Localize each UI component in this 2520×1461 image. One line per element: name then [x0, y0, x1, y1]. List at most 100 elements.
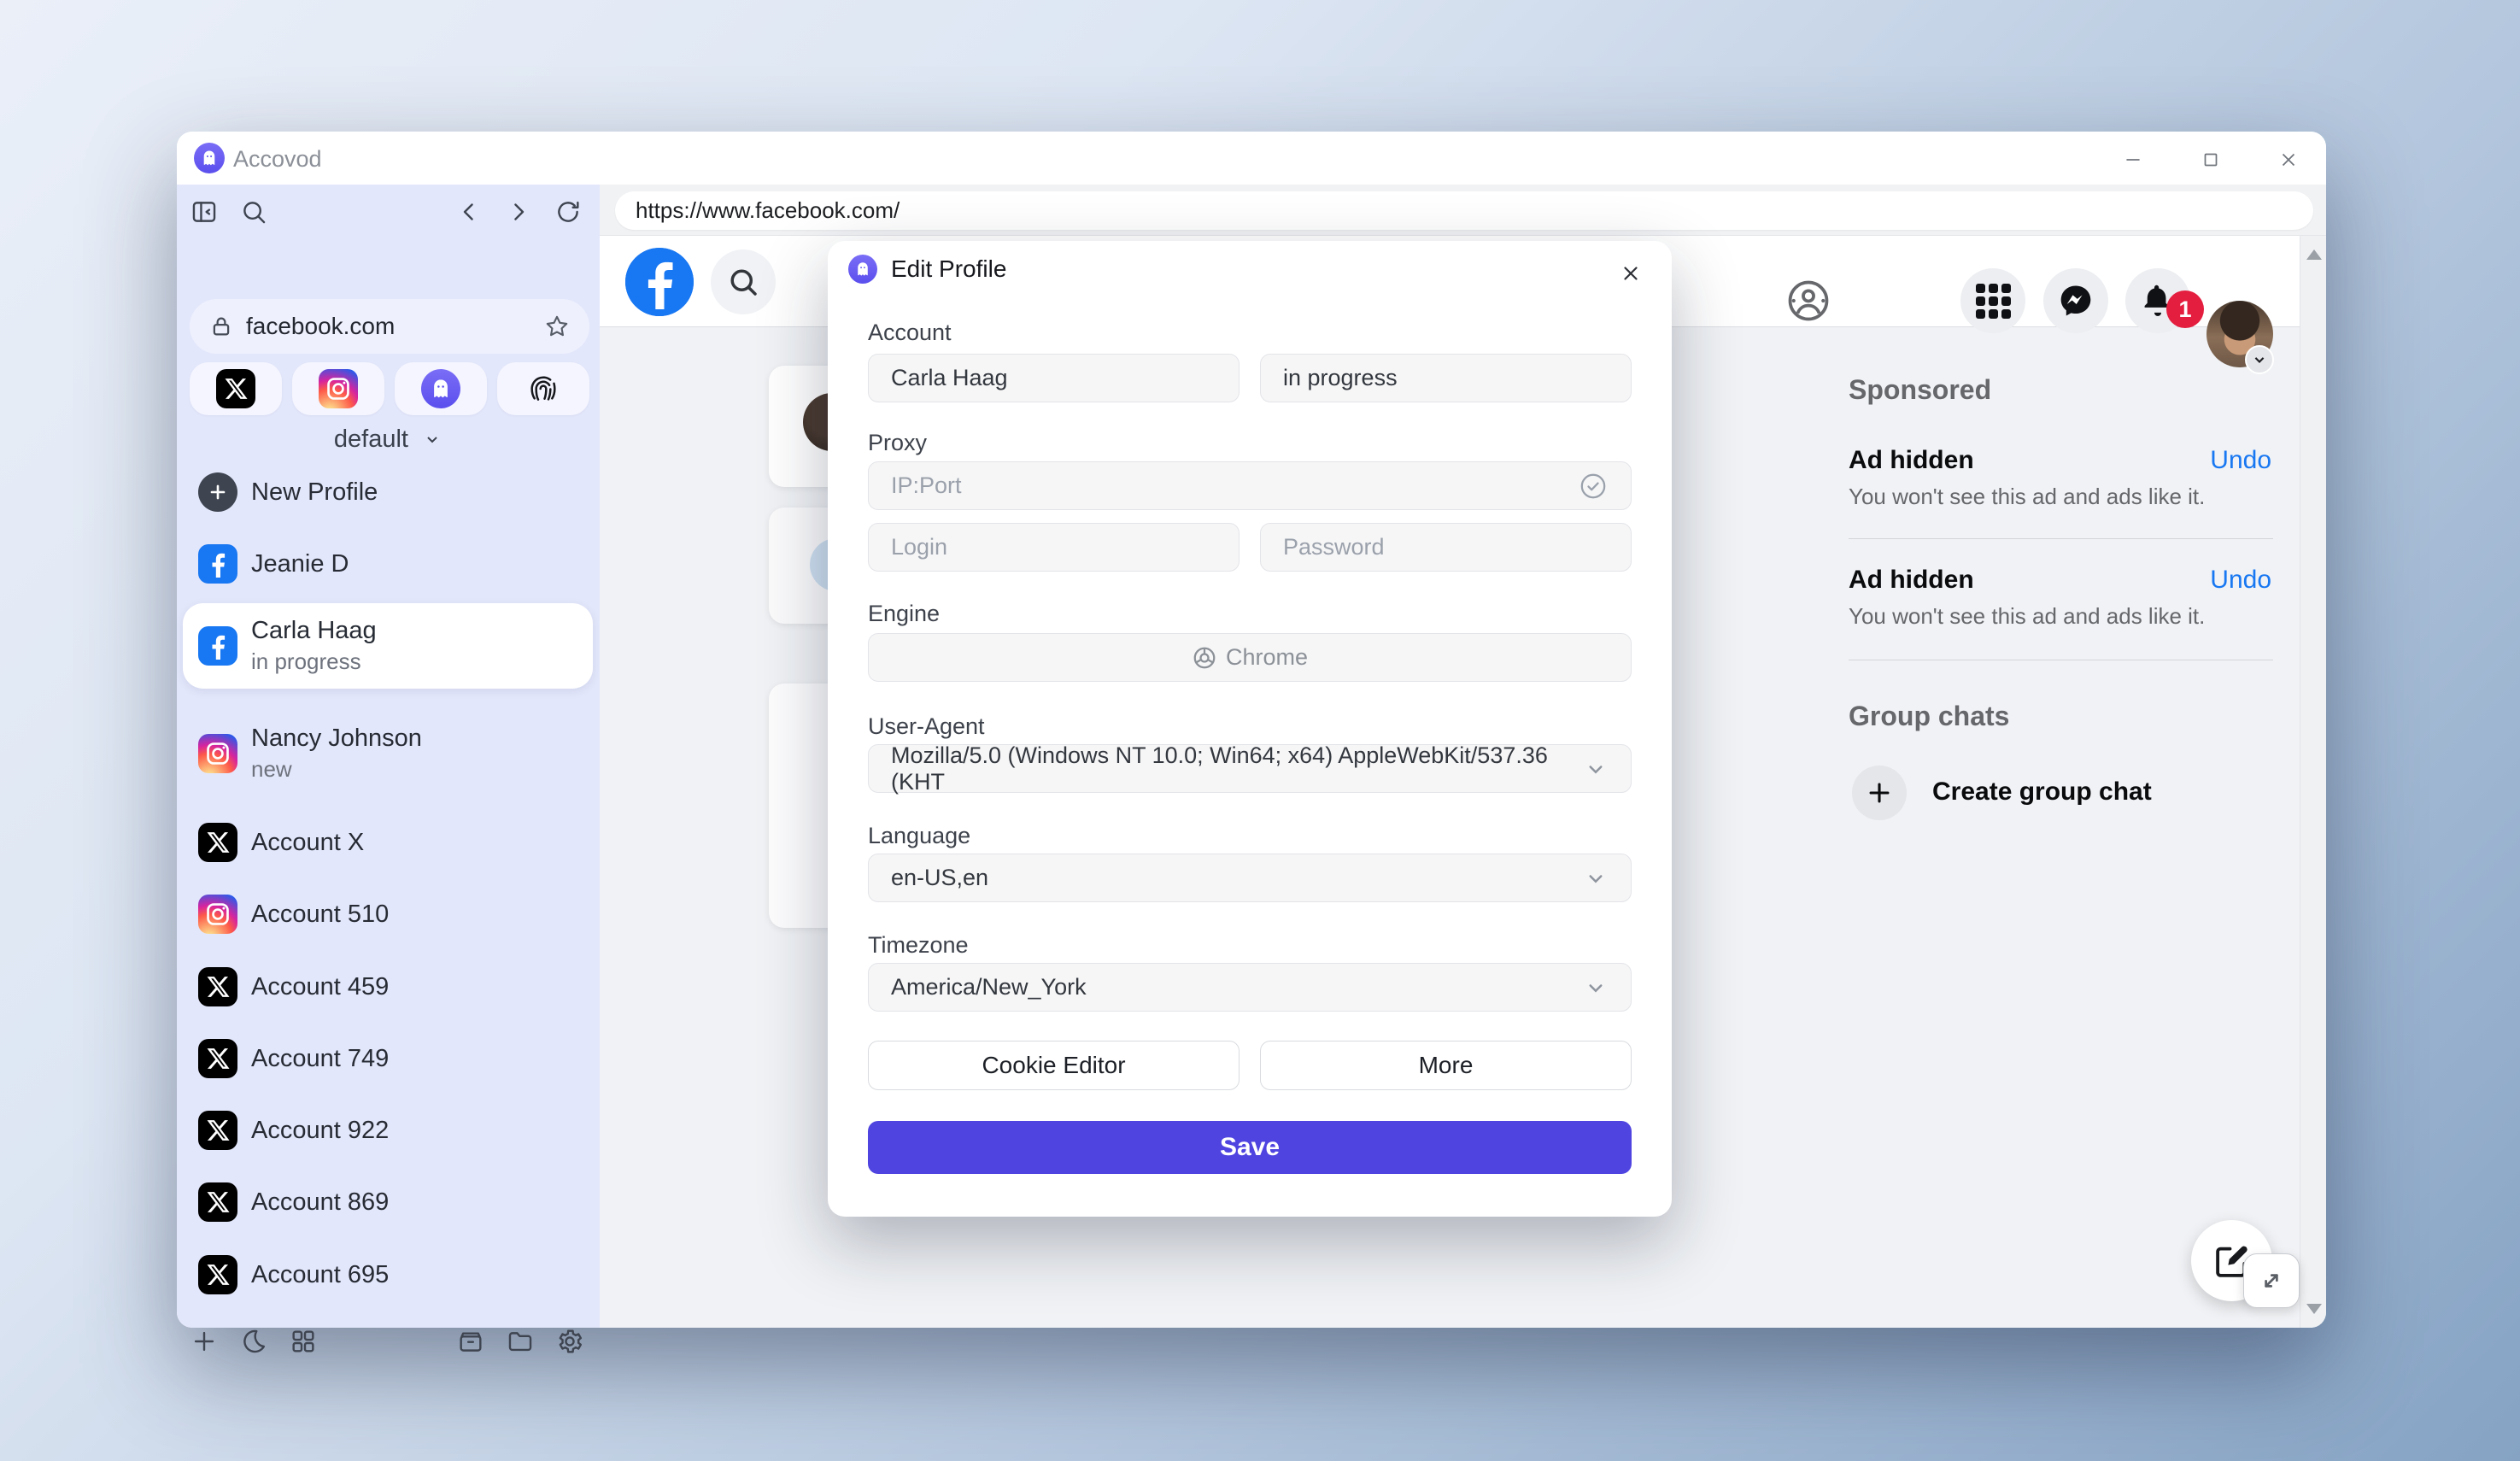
ad-hidden-description: You won't see this ad and ads like it.	[1849, 603, 2205, 630]
chrome-icon	[1192, 645, 1217, 671]
plus-icon	[1865, 778, 1894, 807]
scroll-down-icon[interactable]	[2306, 1304, 2322, 1314]
chevron-down-icon	[1583, 975, 1609, 1000]
x-icon	[198, 1182, 237, 1222]
messenger-button[interactable]	[2043, 268, 2108, 333]
profile-item[interactable]: Account 869	[183, 1171, 593, 1233]
profile-name: Account 459	[251, 973, 389, 1001]
modal-close-button[interactable]	[1614, 256, 1648, 290]
proxy-login-input[interactable]: Login	[868, 523, 1239, 572]
sponsored-heading: Sponsored	[1849, 374, 1991, 406]
x-icon	[198, 1111, 237, 1150]
profile-name: Carla Haag	[251, 617, 377, 645]
account-label: Account	[868, 320, 952, 346]
more-button[interactable]: More	[1260, 1041, 1632, 1090]
cookie-editor-button[interactable]: Cookie Editor	[868, 1041, 1239, 1090]
scroll-up-icon[interactable]	[2306, 249, 2322, 260]
grid-view-icon[interactable]	[283, 1321, 324, 1362]
profile-item[interactable]: Account X	[183, 812, 593, 873]
sidebar: facebook.com default New Profile	[177, 185, 600, 1328]
create-group-chat-label[interactable]: Create group chat	[1932, 777, 2152, 807]
ad-hidden-description: You won't see this ad and ads like it.	[1849, 484, 2205, 510]
facebook-search-button[interactable]	[711, 249, 776, 314]
account-name-input[interactable]: Carla Haag	[868, 354, 1239, 402]
profile-name: Account 695	[251, 1261, 389, 1289]
site-url-chip[interactable]: facebook.com	[190, 299, 589, 354]
edit-profile-modal: Edit Profile Account Carla Haag in progr…	[828, 241, 1672, 1217]
tab-instagram[interactable]	[292, 362, 384, 415]
address-bar[interactable]: https://www.facebook.com/	[615, 191, 2313, 230]
site-url: facebook.com	[246, 313, 543, 340]
undo-link[interactable]: Undo	[2210, 566, 2271, 595]
facebook-logo[interactable]	[625, 248, 694, 316]
back-icon[interactable]	[448, 191, 489, 232]
new-profile-button[interactable]: New Profile	[183, 461, 593, 523]
apps-grid-icon	[1976, 284, 2011, 319]
language-select[interactable]: en-US,en	[868, 854, 1632, 902]
search-icon[interactable]	[233, 191, 274, 232]
tab-app-home[interactable]	[395, 362, 487, 415]
save-button[interactable]: Save	[868, 1121, 1632, 1174]
engine-selector[interactable]: Chrome	[868, 633, 1632, 682]
close-button[interactable]	[2265, 145, 2312, 174]
chevron-down-icon	[422, 425, 442, 454]
facebook-icon	[198, 626, 237, 666]
profile-item[interactable]: Account 922	[183, 1100, 593, 1161]
add-icon[interactable]	[184, 1321, 225, 1362]
profile-item-selected[interactable]: Carla Haag in progress	[183, 603, 593, 689]
minimize-button[interactable]	[2109, 145, 2157, 174]
facebook-icon	[198, 544, 237, 584]
settings-gear-icon[interactable]	[549, 1321, 590, 1362]
ghost-icon	[421, 369, 460, 408]
user-agent-value: Mozilla/5.0 (Windows NT 10.0; Win64; x64…	[891, 742, 1583, 795]
forward-icon[interactable]	[498, 191, 539, 232]
proxy-label: Proxy	[868, 430, 927, 456]
engine-label: Engine	[868, 601, 940, 627]
user-agent-select[interactable]: Mozilla/5.0 (Windows NT 10.0; Win64; x64…	[868, 744, 1632, 793]
profile-item[interactable]: Account 459	[183, 956, 593, 1018]
window-title: Accovod	[233, 146, 322, 173]
ad-hidden-title: Ad hidden	[1849, 566, 1974, 595]
desktop: Accovod facebook.com	[0, 0, 2520, 1461]
dark-mode-moon-icon[interactable]	[233, 1321, 274, 1362]
notification-badge: 1	[2166, 290, 2204, 328]
create-group-chat-button[interactable]	[1852, 766, 1907, 820]
reload-icon[interactable]	[548, 191, 589, 232]
close-icon	[1620, 262, 1642, 285]
maximize-button[interactable]	[2187, 145, 2235, 174]
titlebar: Accovod	[177, 132, 2326, 185]
fingerprint-icon	[524, 369, 563, 408]
proxy-password-input[interactable]: Password	[1260, 523, 1632, 572]
profile-item[interactable]: Nancy Johnson new	[183, 711, 593, 796]
folder-icon[interactable]	[500, 1321, 541, 1362]
toggle-sidebar-icon[interactable]	[184, 191, 225, 232]
resize-button[interactable]	[2243, 1253, 2300, 1308]
undo-link[interactable]: Undo	[2210, 446, 2271, 475]
apps-menu-button[interactable]	[1960, 268, 2025, 333]
profile-item[interactable]: Jeanie D	[183, 533, 593, 595]
workspace-selector[interactable]: default	[177, 425, 600, 454]
proxy-ip-placeholder: IP:Port	[891, 472, 1578, 499]
timezone-select[interactable]: America/New_York	[868, 963, 1632, 1012]
browser-toolbar: https://www.facebook.com/	[600, 185, 2326, 236]
bookmark-star-icon[interactable]	[543, 313, 571, 340]
check-circle-icon[interactable]	[1578, 471, 1609, 502]
profile-item[interactable]: Account 749	[183, 1028, 593, 1089]
page-scrollbar[interactable]	[2300, 236, 2326, 1328]
profile-item[interactable]: Account 510	[183, 883, 593, 945]
profile-item[interactable]: Account 695	[183, 1244, 593, 1306]
tab-fingerprint[interactable]	[497, 362, 589, 415]
tab-x[interactable]	[190, 362, 282, 415]
profile-name: Nancy Johnson	[251, 725, 422, 753]
profile-name: Account 922	[251, 1117, 389, 1145]
ad-hidden-title: Ad hidden	[1849, 446, 1974, 475]
account-chevron-icon[interactable]	[2245, 345, 2274, 374]
timezone-value: America/New_York	[891, 974, 1583, 1000]
archive-box-icon[interactable]	[450, 1321, 491, 1362]
account-status-input[interactable]: in progress	[1260, 354, 1632, 402]
group-chats-heading: Group chats	[1849, 701, 2009, 732]
workspace-name: default	[334, 425, 408, 453]
accounts-center-icon[interactable]	[1776, 268, 1841, 333]
x-icon	[198, 1255, 237, 1294]
proxy-ip-input[interactable]: IP:Port	[868, 461, 1632, 510]
